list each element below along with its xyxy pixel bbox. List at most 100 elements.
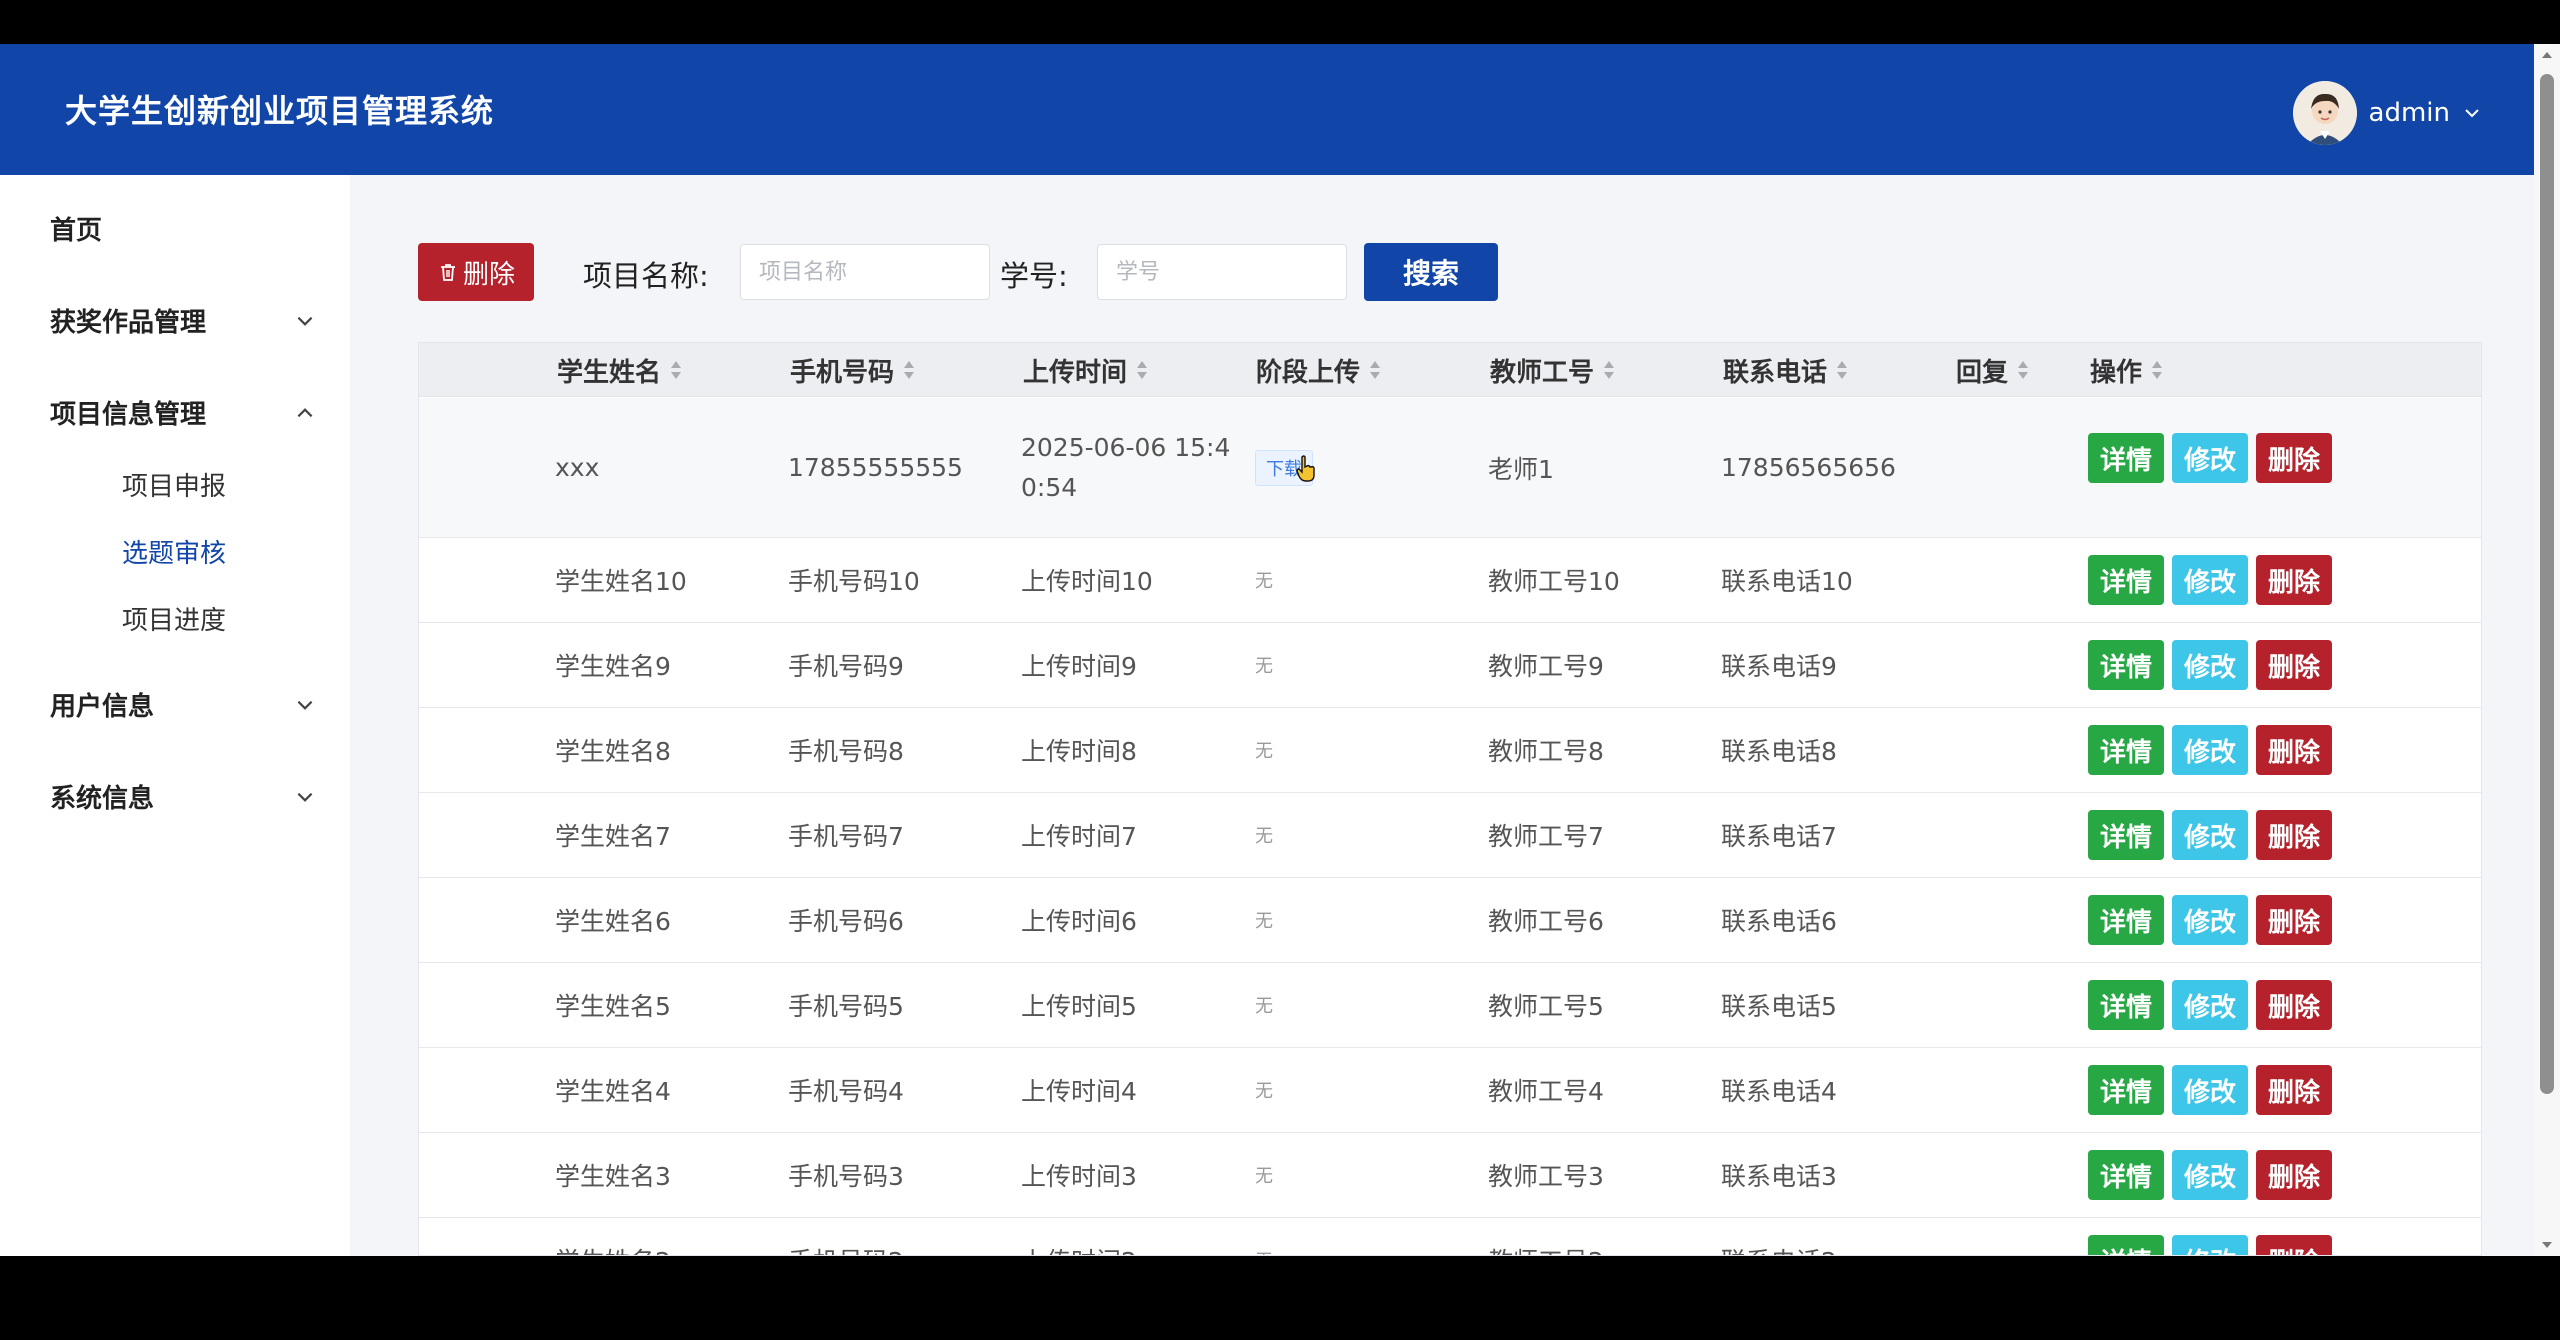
detail-button[interactable]: 详情 xyxy=(2088,640,2165,690)
sidebar-subitem-review[interactable]: 选题审核 xyxy=(122,533,226,570)
row-actions: 详情修改删除 xyxy=(2088,555,2333,605)
sort-icon[interactable] xyxy=(1602,359,1616,381)
student-id-input[interactable] xyxy=(1097,244,1347,300)
sidebar-item-system[interactable]: 系统信息 xyxy=(0,766,350,826)
sidebar-item-home[interactable]: 首页 xyxy=(0,198,350,258)
vertical-scrollbar[interactable] xyxy=(2534,44,2560,1256)
sort-icon[interactable] xyxy=(1135,359,1149,381)
delete-button[interactable]: 删除 xyxy=(2256,1235,2333,1255)
edit-button[interactable]: 修改 xyxy=(2172,725,2249,775)
cell-upload-time: 上传时间7 xyxy=(1021,822,1137,851)
sidebar-subitem-apply[interactable]: 项目申报 xyxy=(122,466,226,503)
edit-button[interactable]: 修改 xyxy=(2172,555,2249,605)
column-header[interactable]: 回复 xyxy=(1956,343,2030,397)
sidebar-item-projects[interactable]: 项目信息管理 xyxy=(0,382,350,442)
edit-button[interactable]: 修改 xyxy=(2172,433,2249,483)
edit-button[interactable]: 修改 xyxy=(2172,895,2249,945)
edit-button[interactable]: 修改 xyxy=(2172,980,2249,1030)
delete-button[interactable]: 删除 xyxy=(2256,433,2333,483)
scroll-down-icon[interactable] xyxy=(2540,1238,2554,1252)
delete-button[interactable]: 删除 xyxy=(2256,895,2333,945)
sort-icon[interactable] xyxy=(2016,359,2030,381)
cell-student-name: 学生姓名8 xyxy=(555,737,671,766)
edit-button[interactable]: 修改 xyxy=(2172,640,2249,690)
batch-delete-label: 删除 xyxy=(462,259,515,290)
sort-icon[interactable] xyxy=(1835,359,1849,381)
scroll-up-icon[interactable] xyxy=(2540,48,2554,62)
detail-button[interactable]: 详情 xyxy=(2088,433,2165,483)
cell-contact-phone: 联系电话3 xyxy=(1721,1162,1837,1191)
sort-icon[interactable] xyxy=(1368,359,1382,381)
table-row[interactable]: 学生姓名10 手机号码10 上传时间10 无 教师工号10 联系电话10 详情 修改 删除 xyxy=(419,538,2481,623)
table-row[interactable]: 学生姓名8 手机号码8 上传时间8 无 教师工号8 联系电话8 详情 修改 删除 xyxy=(419,708,2481,793)
delete-button[interactable]: 删除 xyxy=(2256,640,2333,690)
cell-student-name: 学生姓名6 xyxy=(555,907,671,936)
cell-phone: 手机号码6 xyxy=(788,907,904,936)
avatar[interactable] xyxy=(2292,81,2357,145)
sidebar-subitem-progress[interactable]: 项目进度 xyxy=(122,600,226,637)
table-row[interactable]: 学生姓名5 手机号码5 上传时间5 无 教师工号5 联系电话5 详情 修改 删除 xyxy=(419,963,2481,1048)
sidebar-item-users[interactable]: 用户信息 xyxy=(0,674,350,734)
table-row[interactable]: 学生姓名3 手机号码3 上传时间3 无 教师工号3 联系电话3 详情 修改 删除 xyxy=(419,1133,2481,1218)
detail-button[interactable]: 详情 xyxy=(2088,810,2165,860)
sidebar-item-label: 用户信息 xyxy=(50,691,155,722)
cell-actions: 详情修改删除 xyxy=(2088,708,2333,792)
column-header-label: 手机号码 xyxy=(790,357,895,388)
column-header[interactable]: 学生姓名 xyxy=(557,343,683,397)
delete-button[interactable]: 删除 xyxy=(2256,1065,2333,1115)
cell-upload-time: 2025-06-06 15:4 0:54 xyxy=(1021,398,1231,537)
scrollbar-thumb[interactable] xyxy=(2540,74,2554,1094)
cell-stage-upload: 无 xyxy=(1255,878,1273,962)
cell-phone: 手机号码8 xyxy=(788,737,904,766)
detail-button[interactable]: 详情 xyxy=(2088,895,2165,945)
sort-icon[interactable] xyxy=(669,359,683,381)
sort-icon[interactable] xyxy=(2150,359,2164,381)
cell-stage-upload: 无 xyxy=(1255,708,1273,792)
cell-teacher-id: 教师工号7 xyxy=(1488,822,1604,851)
delete-button[interactable]: 删除 xyxy=(2256,1150,2333,1200)
column-header[interactable]: 教师工号 xyxy=(1490,343,1616,397)
table-row[interactable]: 学生姓名4 手机号码4 上传时间4 无 教师工号4 联系电话4 详情 修改 删除 xyxy=(419,1048,2481,1133)
detail-button[interactable]: 详情 xyxy=(2088,980,2165,1030)
edit-button[interactable]: 修改 xyxy=(2172,1065,2249,1115)
sidebar-item-label: 首页 xyxy=(50,215,103,246)
delete-button[interactable]: 删除 xyxy=(2256,555,2333,605)
table-row[interactable]: 学生姓名9 手机号码9 上传时间9 无 教师工号9 联系电话9 详情 修改 删除 xyxy=(419,623,2481,708)
detail-button[interactable]: 详情 xyxy=(2088,1235,2165,1255)
detail-button[interactable]: 详情 xyxy=(2088,1065,2165,1115)
detail-button[interactable]: 详情 xyxy=(2088,725,2165,775)
upload-time-line: 2025-06-06 15:4 xyxy=(1021,432,1231,462)
cell-student-name: 学生姓名7 xyxy=(555,822,671,851)
table-row[interactable]: 学生姓名6 手机号码6 上传时间6 无 教师工号6 联系电话6 详情 修改 删除 xyxy=(419,878,2481,963)
delete-button[interactable]: 删除 xyxy=(2256,980,2333,1030)
cell-phone: 手机号码4 xyxy=(788,1077,904,1106)
table-row[interactable]: xxx 17855555555 2025-06-06 15:4 0:54 下载 老师1 17… xyxy=(419,398,2481,538)
delete-button[interactable]: 删除 xyxy=(2256,810,2333,860)
stage-none-text: 无 xyxy=(1255,1081,1273,1102)
column-header-label: 学生姓名 xyxy=(557,357,662,388)
detail-button[interactable]: 详情 xyxy=(2088,555,2165,605)
cell-actions: 详情修改删除 xyxy=(2088,398,2333,537)
cell-teacher-id: 教师工号3 xyxy=(1488,1162,1604,1191)
column-header[interactable]: 阶段上传 xyxy=(1256,343,1382,397)
column-header[interactable]: 联系电话 xyxy=(1723,343,1849,397)
cell-phone: 手机号码10 xyxy=(788,567,920,596)
detail-button[interactable]: 详情 xyxy=(2088,1150,2165,1200)
sort-icon[interactable] xyxy=(902,359,916,381)
edit-button[interactable]: 修改 xyxy=(2172,810,2249,860)
edit-button[interactable]: 修改 xyxy=(2172,1150,2249,1200)
cell-phone: 手机号码2 xyxy=(788,1218,904,1255)
project-name-input[interactable] xyxy=(740,244,990,300)
search-button[interactable]: 搜索 xyxy=(1364,243,1498,301)
column-header[interactable]: 手机号码 xyxy=(790,343,916,397)
column-header[interactable]: 操作 xyxy=(2090,343,2164,397)
edit-button[interactable]: 修改 xyxy=(2172,1235,2249,1255)
table-row[interactable]: 学生姓名2 手机号码2 上传时间2 无 教师工号2 联系电话2 详情修改删除 xyxy=(419,1218,2481,1255)
sidebar-item-awards[interactable]: 获奖作品管理 xyxy=(0,290,350,350)
delete-button[interactable]: 删除 xyxy=(2256,725,2333,775)
column-header-label: 操作 xyxy=(2090,357,2143,388)
table-row[interactable]: 学生姓名7 手机号码7 上传时间7 无 教师工号7 联系电话7 详情 修改 删除 xyxy=(419,793,2481,878)
column-header[interactable]: 上传时间 xyxy=(1023,343,1149,397)
batch-delete-button[interactable]: 删除 xyxy=(418,243,534,301)
user-menu[interactable]: admin xyxy=(2292,81,2482,145)
